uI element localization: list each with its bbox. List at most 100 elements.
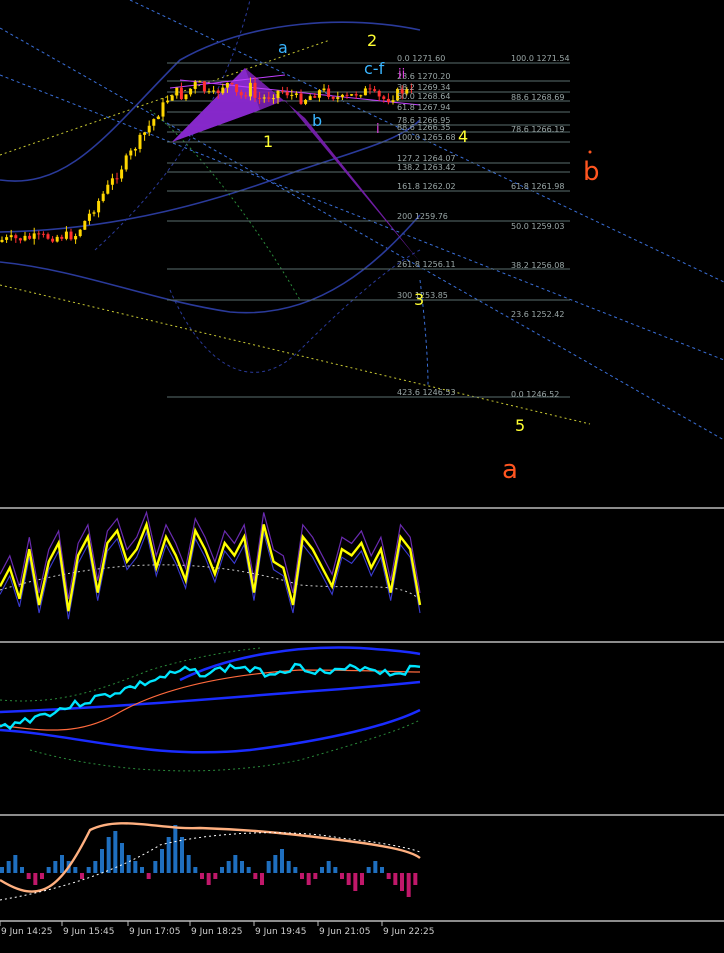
fib-label-right: 78.6 1266.19 <box>511 125 564 134</box>
indicator-mid <box>0 680 421 714</box>
candle-body <box>143 132 147 135</box>
candle-body <box>133 148 137 151</box>
fib-label-left: 50.0 1268.64 <box>397 92 450 101</box>
candle-body <box>64 231 68 239</box>
wave-label-yellow: 5 <box>515 416 525 435</box>
channel-line-2 <box>0 74 724 361</box>
histogram-bar <box>20 867 24 873</box>
candle-body <box>391 100 395 102</box>
histogram-bar <box>186 855 191 873</box>
histogram-bar <box>253 873 258 879</box>
histogram-bar <box>0 867 4 873</box>
histogram-bar <box>126 855 131 873</box>
histogram-bar <box>193 867 198 873</box>
histogram-bar <box>326 861 331 873</box>
histogram-bar <box>280 849 284 873</box>
histogram-bar <box>286 861 291 873</box>
candle-body <box>216 90 220 94</box>
candle-body <box>129 150 133 156</box>
candle-body <box>212 90 216 92</box>
candle-body <box>170 95 174 101</box>
histogram-bar <box>140 867 144 873</box>
candle-body <box>331 96 335 99</box>
fib-label-left: 200 1259.76 <box>397 212 448 221</box>
time-axis-label: 9 Jun 19:45 <box>255 927 306 937</box>
candle-body <box>175 87 179 96</box>
candle-body <box>308 96 312 100</box>
histogram-bar <box>266 861 271 873</box>
chart-svg: 0.0 1271.6023.6 1270.2038.2 1269.3450.0 … <box>0 0 724 937</box>
wave-label-yellow: 4 <box>458 127 468 146</box>
red-dot <box>588 150 592 154</box>
candle-body <box>340 94 344 98</box>
candle-body <box>235 84 239 93</box>
candle-body <box>5 237 9 240</box>
fib-label-right: 61.8 1261.98 <box>511 182 564 191</box>
band-middle <box>0 119 421 233</box>
candle-body <box>32 233 36 239</box>
candle-body <box>198 81 202 83</box>
fib-label-right: 50.0 1259.03 <box>511 222 564 231</box>
histogram-bar <box>246 867 251 873</box>
candle-body <box>207 91 211 93</box>
candle-body <box>115 178 119 180</box>
candle-body <box>345 94 349 96</box>
candle-body <box>359 95 363 97</box>
candle-body <box>281 90 285 92</box>
fib-label-left: 138.2 1263.42 <box>397 163 456 172</box>
wave-label-yellow: 3 <box>414 290 424 309</box>
candle-body <box>28 235 32 239</box>
wave-label-yellow: 1 <box>263 132 273 151</box>
candle-body <box>294 93 298 95</box>
chart-root: 0.0 1271.60 23.6 1270.20 38.2 1269.34 50.0 … <box>0 0 724 949</box>
candle-body <box>317 90 321 98</box>
candle-body <box>350 94 354 96</box>
wave-label-red: b <box>583 157 600 187</box>
wave-label-yellow: 2 <box>367 31 377 50</box>
histogram-bar <box>86 867 91 873</box>
histogram-bar <box>306 873 311 885</box>
candle-body <box>285 91 289 96</box>
histogram-bar <box>33 873 38 885</box>
candle-body <box>327 88 331 97</box>
candle-body <box>97 200 101 213</box>
histogram-bar <box>40 873 44 879</box>
histogram-bar <box>53 861 58 873</box>
candle-body <box>336 97 340 99</box>
candle-body <box>322 88 326 91</box>
fib-label-left: 0.0 1271.60 <box>397 54 445 63</box>
candle-body <box>354 94 358 96</box>
candle-body <box>184 94 188 100</box>
candle-body <box>193 81 197 89</box>
fib-label-right: 88.6 1268.69 <box>511 93 564 102</box>
histogram-bar <box>13 855 18 873</box>
histogram-bar <box>240 861 244 873</box>
candle-body <box>368 88 372 90</box>
candle-body <box>55 236 59 242</box>
fib-label-left: 423.6 1246.53 <box>397 388 456 397</box>
histogram-bar <box>300 873 304 879</box>
histogram-bar <box>366 867 371 873</box>
wave-label-red: a <box>502 455 518 485</box>
histogram-bar <box>200 873 204 879</box>
candle-body <box>69 231 73 240</box>
band-upper <box>0 21 421 182</box>
candle-body <box>382 96 386 99</box>
time-axis-label: 9 Jun 21:05 <box>319 927 370 937</box>
time-axis-label: 9 Jun 22:25 <box>383 927 434 937</box>
fib-label-left: 127.2 1264.07 <box>397 154 456 163</box>
histogram-bar <box>233 855 238 873</box>
wave-label-magenta: i <box>376 122 380 137</box>
candle-body <box>221 87 225 94</box>
histogram-bar <box>46 867 51 873</box>
histogram-bar <box>153 861 158 873</box>
histogram-bar <box>146 873 151 879</box>
candle-body <box>304 99 308 104</box>
histogram-bar <box>206 873 211 885</box>
candle-body <box>262 97 266 99</box>
candle-body <box>147 125 151 133</box>
histogram-bar <box>26 873 31 879</box>
candle-body <box>74 236 78 240</box>
indicator-cyan <box>0 662 421 731</box>
wave-label-blue: a <box>278 38 288 57</box>
